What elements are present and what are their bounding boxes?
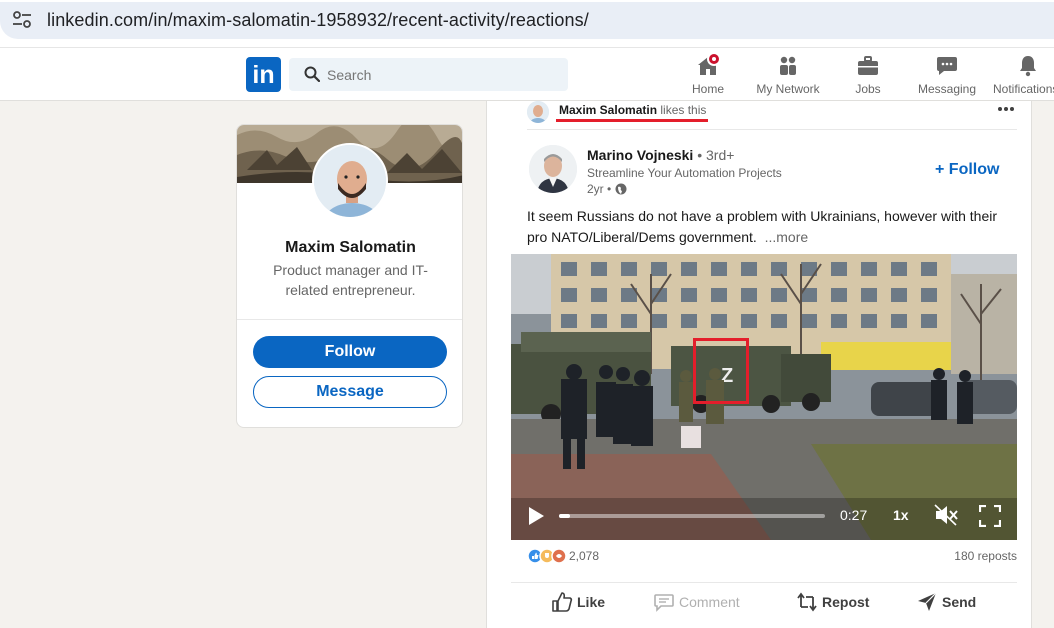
like-button[interactable]: Like	[551, 591, 605, 619]
reaction-icons[interactable]	[527, 548, 571, 564]
author-name[interactable]: Marino Vojneski • 3rd+	[587, 147, 734, 163]
activity-text: Maxim Salomatin likes this	[559, 103, 706, 117]
nav-my-network[interactable]: My Network	[752, 54, 824, 98]
search-input[interactable]	[327, 58, 557, 91]
muted-volume-icon[interactable]	[934, 504, 958, 526]
nav-jobs-label: Jobs	[855, 82, 881, 96]
repost-label: Repost	[822, 594, 870, 610]
message-button[interactable]: Message	[253, 376, 447, 408]
nav-messaging[interactable]: Messaging	[917, 54, 977, 98]
nav-messaging-label: Messaging	[917, 82, 977, 96]
browser-address-bar: linkedin.com/in/maxim-salomatin-1958932/…	[0, 0, 1054, 48]
nav-my-network-label: My Network	[756, 82, 820, 96]
reactions-count[interactable]: 2,078	[569, 549, 599, 563]
globe-icon	[615, 183, 627, 195]
comment-button[interactable]: Comment	[653, 591, 740, 619]
see-more-link[interactable]: ...more	[765, 229, 809, 245]
activity-feed: Maxim Salomatin likes this Marino Vojnes…	[486, 101, 1032, 628]
nav-jobs[interactable]: Jobs	[852, 54, 884, 98]
profile-card: Maxim Salomatin Product manager and IT-r…	[236, 124, 463, 428]
profile-headline: Product manager and IT-related entrepren…	[273, 262, 428, 298]
video-player[interactable]: Z 0:27 1x	[511, 254, 1017, 540]
network-icon	[780, 56, 796, 75]
connection-degree: • 3rd+	[697, 147, 735, 163]
highlight-box	[693, 338, 749, 404]
comment-label: Comment	[679, 594, 740, 610]
divider	[237, 319, 462, 320]
activity-avatar[interactable]	[527, 101, 549, 123]
video-progress-bar[interactable]	[559, 514, 825, 518]
post-card: Maxim Salomatin likes this Marino Vojnes…	[511, 101, 1017, 628]
site-settings-icon[interactable]	[12, 11, 32, 29]
fullscreen-icon[interactable]	[979, 505, 1001, 527]
repost-icon	[797, 592, 817, 612]
playback-speed-button[interactable]: 1x	[893, 507, 909, 523]
search-box[interactable]	[289, 58, 568, 91]
send-button[interactable]: Send	[916, 591, 976, 619]
url-box[interactable]: linkedin.com/in/maxim-salomatin-1958932/…	[0, 2, 1054, 39]
reposts-count[interactable]: 180 reposts	[954, 549, 1017, 563]
linkedin-top-nav: in Home My Network Jobs	[0, 48, 1054, 101]
video-time: 0:27	[840, 507, 868, 523]
url-text[interactable]: linkedin.com/in/maxim-salomatin-1958932/…	[47, 10, 589, 31]
post-timestamp: 2yr •	[587, 182, 627, 196]
post-text: It seem Russians do not have a problem w…	[527, 206, 1005, 248]
send-icon	[918, 592, 937, 611]
repost-button[interactable]: Repost	[796, 591, 869, 619]
nav-home[interactable]: Home	[690, 52, 726, 98]
nav-notifications-label: Notifications	[993, 82, 1054, 96]
linkedin-logo[interactable]: in	[246, 57, 281, 92]
bell-icon	[1020, 56, 1036, 77]
search-icon	[304, 66, 320, 82]
like-label: Like	[577, 594, 606, 610]
author-headline: Streamline Your Automation Projects	[587, 166, 782, 180]
thumbs-up-icon	[552, 592, 573, 612]
activity-header: Maxim Salomatin likes this	[527, 101, 1017, 130]
video-controls: 0:27 1x	[511, 498, 1017, 540]
author-name-text[interactable]: Marino Vojneski	[587, 147, 693, 163]
profile-avatar[interactable]	[312, 143, 388, 219]
activity-actor-name[interactable]: Maxim Salomatin	[559, 103, 657, 117]
send-label: Send	[942, 594, 977, 610]
post-follow-button[interactable]: + Follow	[935, 161, 999, 179]
activity-action: likes this	[660, 103, 707, 117]
profile-name: Maxim Salomatin	[285, 239, 416, 256]
highlight-underline	[556, 119, 708, 122]
post-time-text: 2yr •	[587, 182, 612, 196]
more-options-icon[interactable]	[995, 101, 1017, 117]
nav-notifications[interactable]: Notifications	[993, 54, 1054, 98]
post-body: It seem Russians do not have a problem w…	[527, 208, 997, 245]
social-counts: 2,078 180 reposts	[527, 548, 1017, 568]
comment-icon	[654, 594, 674, 612]
nav-home-label: Home	[691, 82, 724, 96]
notification-badge	[707, 52, 721, 66]
play-icon[interactable]	[527, 506, 545, 526]
post-actions: Like Comment Repost Send	[511, 582, 1017, 626]
author-avatar[interactable]	[529, 145, 577, 193]
follow-button[interactable]: Follow	[253, 336, 447, 368]
briefcase-icon	[858, 56, 878, 75]
chat-icon	[937, 57, 957, 75]
video-progress-fill	[559, 514, 570, 518]
